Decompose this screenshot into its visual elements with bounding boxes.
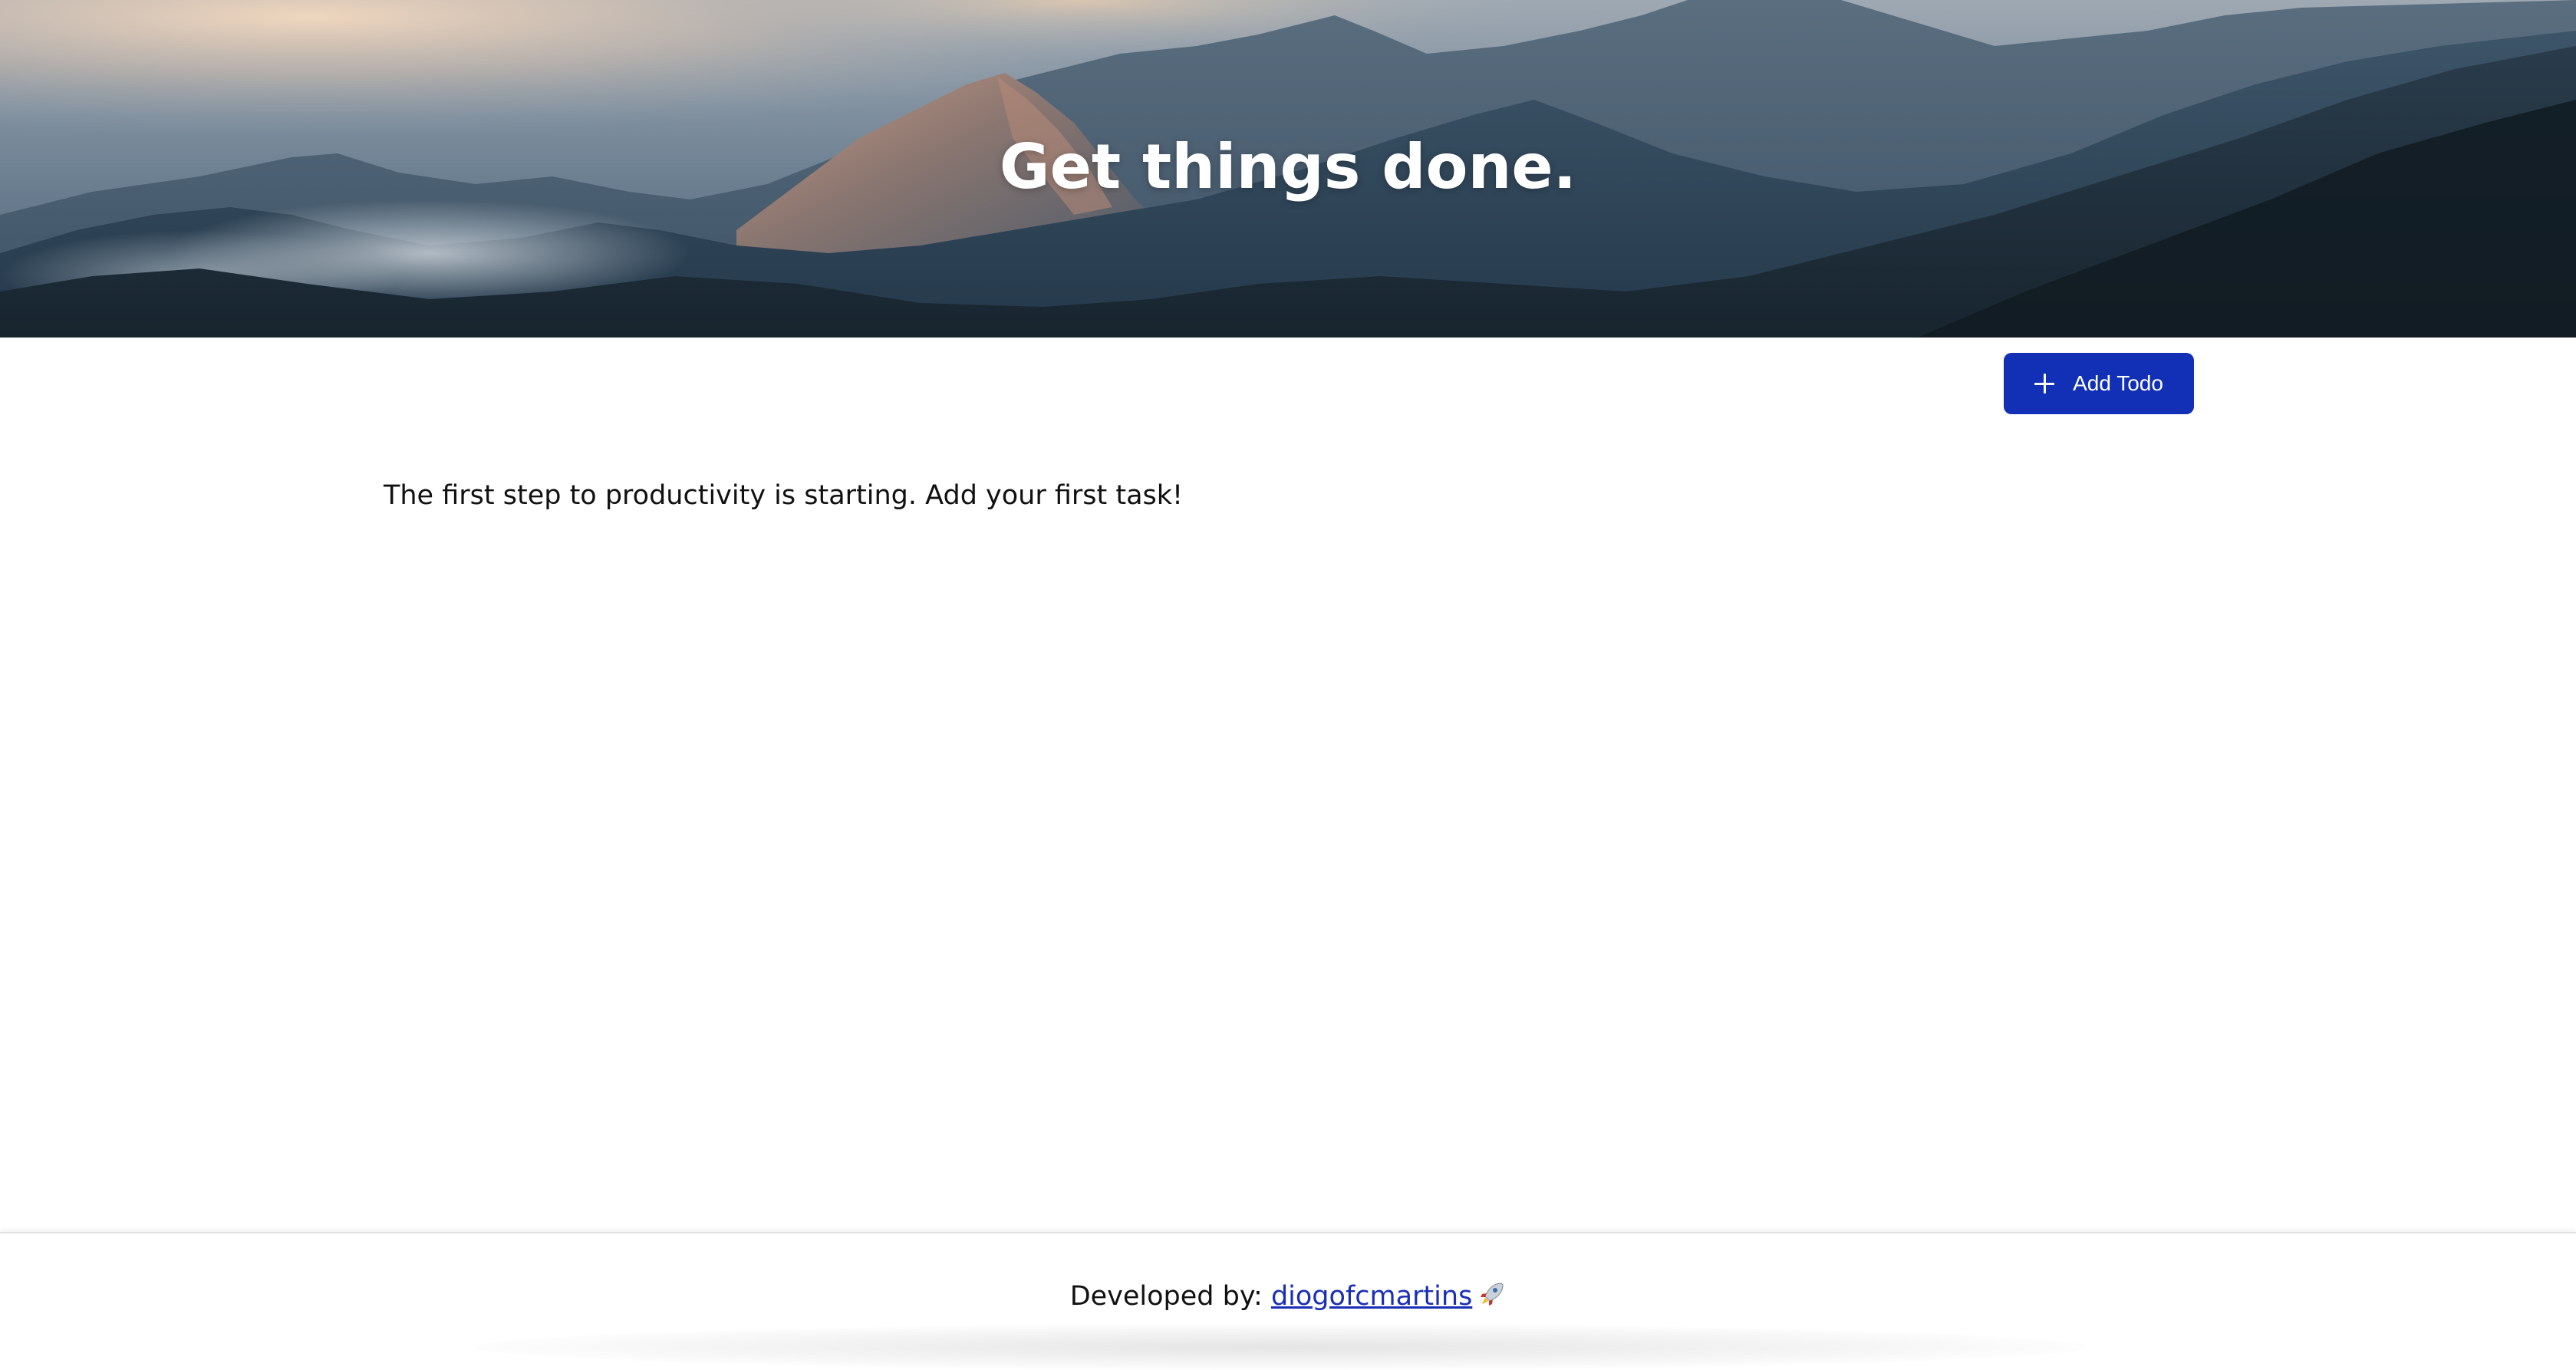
hero-banner: Get things done. xyxy=(0,0,2576,338)
footer-shadow xyxy=(476,1324,2087,1370)
footer: Developed by: diogofcmartins xyxy=(0,1232,2576,1370)
add-todo-button[interactable]: Add Todo xyxy=(2004,353,2194,414)
author-link[interactable]: diogofcmartins xyxy=(1271,1281,1472,1312)
add-todo-button-label: Add Todo xyxy=(2073,371,2163,395)
footer-developed-by-label: Developed by: xyxy=(1069,1281,1271,1312)
page-title: Get things done. xyxy=(999,131,1577,203)
empty-state-message: The first step to productivity is starti… xyxy=(384,480,1184,511)
rocket-icon xyxy=(1481,1283,1504,1306)
plus-icon xyxy=(2034,374,2055,394)
footer-credit: Developed by: diogofcmartins xyxy=(0,1278,2576,1315)
